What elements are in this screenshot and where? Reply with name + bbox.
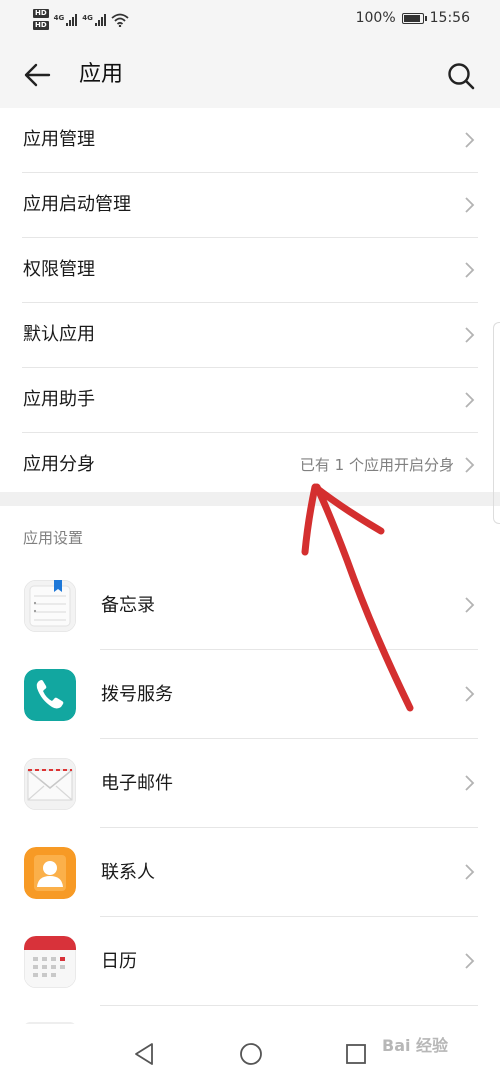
section-divider xyxy=(0,492,500,506)
menu-item-app-management[interactable]: 应用管理 xyxy=(22,108,478,173)
section-title: 应用设置 xyxy=(23,529,84,547)
menu-item-label: 默认应用 xyxy=(23,324,95,345)
status-right: 100% 15:56 xyxy=(356,10,470,26)
chevron-right-icon xyxy=(465,686,475,702)
nav-recents-icon[interactable] xyxy=(345,1043,367,1065)
menu-item-label: 应用分身 xyxy=(23,454,95,475)
phone-icon xyxy=(24,669,76,721)
menu-item-app-assistant[interactable]: 应用助手 xyxy=(22,368,478,433)
app-settings-list: 应用管理 应用启动管理 权限管理 默认应用 应用助手 应用分身 已有 1 个应用… xyxy=(0,108,500,497)
menu-item-label: 权限管理 xyxy=(23,259,95,280)
chevron-right-icon xyxy=(465,132,475,148)
wifi-icon xyxy=(111,13,129,27)
status-bar: HD HD 4G 4G 100% 15:56 xyxy=(0,0,500,40)
app-bar: 应用 xyxy=(0,40,500,108)
scroll-edge-handle xyxy=(493,322,500,524)
menu-item-label: 应用启动管理 xyxy=(23,194,131,215)
menu-item-permissions[interactable]: 权限管理 xyxy=(22,238,478,303)
app-item-label: 拨号服务 xyxy=(101,684,173,705)
app-item-contacts[interactable]: 联系人 xyxy=(0,828,500,917)
chevron-right-icon xyxy=(465,864,475,880)
battery-percent: 100% xyxy=(355,10,396,26)
chevron-right-icon xyxy=(465,392,475,408)
nav-home-icon[interactable] xyxy=(239,1042,263,1066)
clock: 15:56 xyxy=(429,10,470,26)
menu-item-label: 应用管理 xyxy=(23,129,95,150)
menu-item-default-apps[interactable]: 默认应用 xyxy=(22,303,478,368)
app-item-label: 日历 xyxy=(101,951,137,972)
menu-item-label: 应用助手 xyxy=(23,389,95,410)
app-list: 备忘录 拨号服务 电子邮件 联系人 日历 xyxy=(0,561,500,1006)
back-arrow-icon[interactable] xyxy=(22,60,52,90)
hd-badge: HD xyxy=(33,9,49,18)
menu-item-value: 已有 1 个应用开启分身 xyxy=(299,456,454,474)
network-type: 4G xyxy=(53,13,65,22)
app-item-dialer[interactable]: 拨号服务 xyxy=(0,650,500,739)
chevron-right-icon xyxy=(465,457,475,473)
chevron-right-icon xyxy=(465,953,475,969)
watermark: Bai 经验 xyxy=(382,1036,449,1055)
app-item-label: 备忘录 xyxy=(101,595,155,616)
chevron-right-icon xyxy=(465,262,475,278)
network-type: 4G xyxy=(82,13,93,22)
page-title: 应用 xyxy=(79,62,124,87)
signal-icon: 4G xyxy=(82,13,106,26)
calendar-icon xyxy=(24,936,76,988)
app-item-memo[interactable]: 备忘录 xyxy=(0,561,500,650)
chevron-right-icon xyxy=(465,775,475,791)
app-item-label: 电子邮件 xyxy=(101,773,173,794)
hd-badges: HD HD xyxy=(33,9,49,30)
mail-icon xyxy=(24,758,76,810)
signal-icon: 4G xyxy=(53,13,78,26)
contacts-icon xyxy=(24,847,76,899)
signal-indicators: HD HD 4G 4G xyxy=(33,9,129,30)
nav-back-icon[interactable] xyxy=(133,1042,155,1066)
menu-item-app-launch[interactable]: 应用启动管理 xyxy=(22,173,478,238)
chevron-right-icon xyxy=(465,597,475,613)
app-item-email[interactable]: 电子邮件 xyxy=(0,739,500,828)
app-item-calendar[interactable]: 日历 xyxy=(0,917,500,1006)
app-screen: HD HD 4G 4G 100% 15:56 应用 应用管理 应用启动管理 权限… xyxy=(0,0,500,1084)
memo-icon xyxy=(24,580,76,632)
menu-item-app-twin[interactable]: 应用分身 已有 1 个应用开启分身 xyxy=(22,433,478,497)
chevron-right-icon xyxy=(465,327,475,343)
app-item-label: 联系人 xyxy=(101,862,155,883)
chevron-right-icon xyxy=(465,197,475,213)
battery-icon xyxy=(401,12,427,24)
search-icon[interactable] xyxy=(446,61,476,91)
hd-badge: HD xyxy=(33,21,49,30)
